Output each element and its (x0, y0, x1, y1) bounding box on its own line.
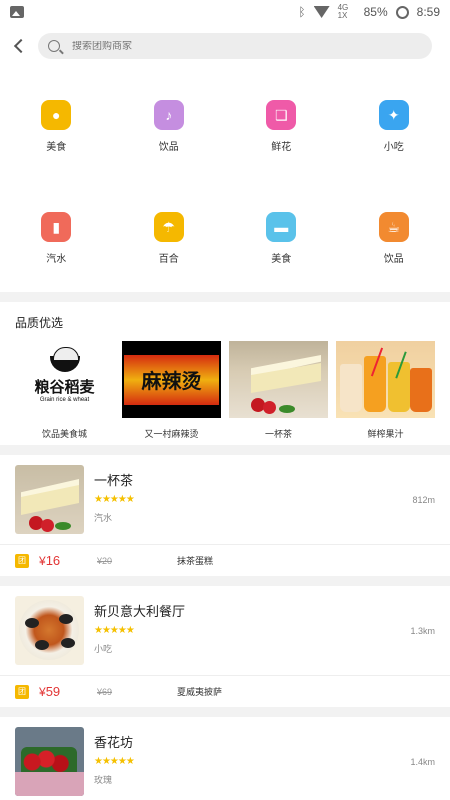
search-bar[interactable] (38, 33, 432, 59)
star-rating: ★★★★★ (94, 756, 135, 767)
shop-category: 玫瑰 (94, 775, 113, 785)
deal-price: ¥16 (39, 553, 61, 568)
sign-text: 麻辣烫 (141, 369, 202, 393)
cart-icon: ✦ (378, 100, 409, 130)
category-item[interactable]: ☕ 饮品 (338, 180, 450, 292)
category-label: 饮品 (383, 254, 404, 265)
umbrella-icon: ☂ (153, 212, 184, 242)
category-label: 汽水 (46, 254, 67, 265)
star-rating: ★★★★★ (94, 625, 135, 636)
category-label: 美食 (271, 254, 292, 265)
category-item[interactable]: ✦ 小吃 (338, 68, 450, 180)
quality-item-label: 一杯茶 (264, 429, 292, 439)
deal-card[interactable]: 香花坊 ★★★★★ 玫瑰 1.4km (0, 717, 450, 800)
quality-item-label: 鲜榨果汁 (367, 429, 404, 439)
category-item[interactable]: ☂ 百合 (113, 180, 226, 292)
quality-item-label: 饮品美食城 (41, 429, 87, 439)
category-item[interactable]: ▮ 汽水 (0, 180, 113, 292)
shop-name: 香花坊 (94, 735, 134, 750)
distance: 812m (412, 495, 435, 505)
bluetooth-icon: ᛒ (298, 5, 306, 19)
clock: 8:59 (416, 5, 440, 19)
deal-card[interactable]: 一杯茶 ★★★★★ 汽水 812m 团 ¥16 ¥20 抹茶蛋糕 (0, 455, 450, 576)
shop-name: 新贝意大利餐厅 (94, 604, 186, 619)
grain-rice-logo-image: 粮谷稻麦 Grain rice & wheat (15, 341, 114, 418)
chef-hat-icon: ● (41, 100, 72, 130)
signal-icon: 4G 1X (337, 3, 349, 20)
group-buy-badge: 团 (15, 684, 29, 699)
search-input[interactable] (72, 40, 422, 52)
category-label: 鲜花 (271, 142, 292, 153)
category-item[interactable]: ❑ 鲜花 (225, 68, 338, 180)
cheesecake-image (229, 341, 328, 418)
deal-price: ¥59 (39, 684, 61, 699)
quality-carousel[interactable]: 粮谷稻麦 Grain rice & wheat 饮品美食城 麻辣烫 又一村麻辣烫… (0, 341, 450, 440)
battery-percent: 85% (363, 5, 388, 19)
category-label: 小吃 (383, 142, 404, 153)
category-label: 美食 (46, 142, 67, 153)
wifi-icon (313, 6, 330, 18)
section-title: 品质优选 (15, 316, 64, 330)
cheesecake-thumbnail (15, 465, 84, 534)
flower-bouquet-thumbnail (15, 727, 84, 796)
star-rating: ★★★★★ (94, 494, 135, 505)
deal-card[interactable]: 新贝意大利餐厅 ★★★★★ 小吃 1.3km 团 ¥59 ¥69 夏威夷披萨 (0, 586, 450, 707)
quality-item-label: 又一村麻辣烫 (144, 429, 199, 439)
shop-name: 一杯茶 (94, 473, 134, 488)
battery-icon (395, 5, 409, 19)
image-notification-icon (10, 6, 24, 18)
distance: 1.4km (410, 757, 435, 767)
bottle-icon: ▮ (41, 212, 72, 242)
deal-item-name: 抹茶蛋糕 (177, 556, 214, 566)
quality-item[interactable]: 麻辣烫 又一村麻辣烫 (122, 341, 221, 440)
shop-category: 汽水 (94, 513, 113, 523)
shop-category: 小吃 (94, 644, 113, 654)
chevron-left-icon (13, 38, 29, 54)
back-button[interactable] (12, 37, 30, 55)
car-icon: ▬ (266, 212, 297, 242)
pasta-thumbnail (15, 596, 84, 665)
category-label: 百合 (158, 254, 179, 265)
quality-item[interactable]: 鲜榨果汁 (336, 341, 435, 440)
rice-bowl-icon (49, 347, 80, 372)
deal-offer[interactable]: 团 ¥59 ¥69 夏威夷披萨 (0, 675, 450, 707)
original-price: ¥69 (97, 686, 113, 697)
distance: 1.3km (410, 626, 435, 636)
mala-sign-image: 麻辣烫 (122, 341, 221, 418)
juice-image (336, 341, 435, 418)
group-buy-badge: 团 (15, 553, 29, 568)
quality-item[interactable]: 一杯茶 (229, 341, 328, 440)
search-icon (48, 40, 60, 52)
logo-text: 粮谷稻麦 (34, 378, 95, 396)
quality-section: 品质优选 粮谷稻麦 Grain rice & wheat 饮品美食城 麻辣烫 又… (0, 302, 450, 445)
quality-item[interactable]: 粮谷稻麦 Grain rice & wheat 饮品美食城 (15, 341, 114, 440)
category-label: 饮品 (158, 142, 179, 153)
coffee-cup-icon: ☕ (378, 212, 409, 242)
deal-offer[interactable]: 团 ¥16 ¥20 抹茶蛋糕 (0, 544, 450, 576)
category-item[interactable]: ▬ 美食 (225, 180, 338, 292)
original-price: ¥20 (97, 555, 113, 566)
logo-subtext: Grain rice & wheat (39, 397, 90, 403)
microphone-icon: ♪ (153, 100, 184, 130)
deal-item-name: 夏威夷披萨 (177, 687, 223, 697)
category-item[interactable]: ♪ 饮品 (113, 68, 226, 180)
status-bar: ᛒ 4G 1X 85% 8:59 (0, 0, 450, 24)
search-header (0, 24, 450, 68)
category-item[interactable]: ● 美食 (0, 68, 113, 180)
book-icon: ❑ (266, 100, 297, 130)
category-grid: ● 美食 ♪ 饮品 ❑ 鲜花 ✦ 小吃 ▮ 汽水 ☂ 百合 ▬ 美食 ☕ 饮品 (0, 68, 450, 292)
